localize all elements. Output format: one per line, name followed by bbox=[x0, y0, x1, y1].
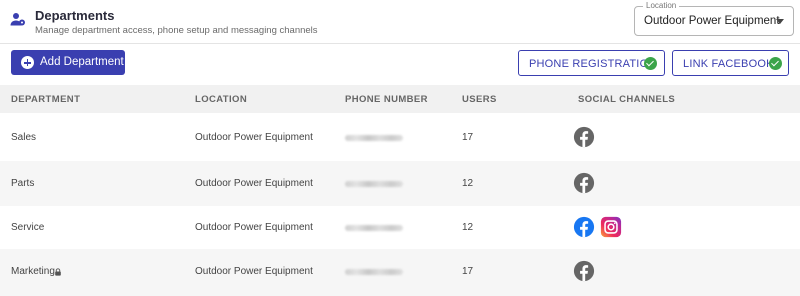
location-cell: Outdoor Power Equipment bbox=[195, 178, 313, 189]
department-name: Marketing bbox=[11, 266, 55, 277]
page-title: Departments bbox=[35, 8, 115, 23]
table-header: DEPARTMENT LOCATION PHONE NUMBER USERS S… bbox=[0, 85, 800, 113]
link-facebook-button[interactable]: LINK FACEBOOK bbox=[672, 50, 789, 76]
phone-number-redacted bbox=[345, 269, 403, 275]
lock-icon bbox=[55, 268, 61, 276]
check-circle-icon bbox=[769, 57, 782, 70]
location-select-label: Location bbox=[643, 1, 680, 10]
department-name: Parts bbox=[11, 178, 35, 189]
phone-registration-label: PHONE REGISTRATION bbox=[529, 57, 657, 70]
page-subtitle: Manage department access, phone setup an… bbox=[35, 25, 318, 36]
location-cell: Outdoor Power Equipment bbox=[195, 266, 313, 277]
column-header-users: USERS bbox=[462, 94, 497, 105]
department-name: Sales bbox=[11, 132, 37, 143]
users-count: 17 bbox=[462, 266, 474, 277]
caret-down-icon bbox=[776, 19, 784, 24]
link-facebook-label: LINK FACEBOOK bbox=[683, 57, 774, 70]
facebook-icon[interactable] bbox=[573, 260, 595, 282]
users-count: 12 bbox=[462, 178, 474, 189]
phone-number-redacted bbox=[345, 225, 403, 231]
table-row[interactable]: Parts Outdoor Power Equipment 12 bbox=[0, 161, 800, 206]
column-header-social-channels: SOCIAL CHANNELS bbox=[578, 94, 676, 105]
facebook-icon[interactable] bbox=[573, 216, 595, 238]
facebook-icon[interactable] bbox=[573, 172, 595, 194]
add-department-button[interactable]: Add Department bbox=[11, 50, 125, 75]
location-cell: Outdoor Power Equipment bbox=[195, 222, 313, 233]
department-users-icon bbox=[10, 13, 25, 26]
table-row[interactable]: Sales Outdoor Power Equipment 17 bbox=[0, 115, 800, 160]
location-select[interactable]: Location Outdoor Power Equipment bbox=[634, 1, 794, 36]
phone-number-redacted bbox=[345, 135, 403, 141]
column-header-department: DEPARTMENT bbox=[11, 94, 81, 105]
phone-number-redacted bbox=[345, 181, 403, 187]
table-row[interactable]: Service Outdoor Power Equipment 12 bbox=[0, 205, 800, 250]
column-header-location: LOCATION bbox=[195, 94, 248, 105]
location-cell: Outdoor Power Equipment bbox=[195, 132, 313, 143]
facebook-icon[interactable] bbox=[573, 126, 595, 148]
phone-registration-button[interactable]: PHONE REGISTRATION bbox=[518, 50, 665, 76]
add-department-label: Add Department bbox=[40, 56, 124, 68]
page-header: Departments Manage department access, ph… bbox=[0, 0, 800, 44]
plus-circle-icon bbox=[21, 56, 34, 69]
users-count: 17 bbox=[462, 132, 474, 143]
department-name: Service bbox=[11, 222, 45, 233]
table-row[interactable]: Marketing Outdoor Power Equipment 17 bbox=[0, 249, 800, 296]
column-header-phone-number: PHONE NUMBER bbox=[345, 94, 428, 105]
users-count: 12 bbox=[462, 222, 474, 233]
location-select-value: Outdoor Power Equipment bbox=[644, 15, 780, 27]
check-circle-icon bbox=[644, 57, 657, 70]
instagram-icon[interactable] bbox=[600, 216, 622, 238]
